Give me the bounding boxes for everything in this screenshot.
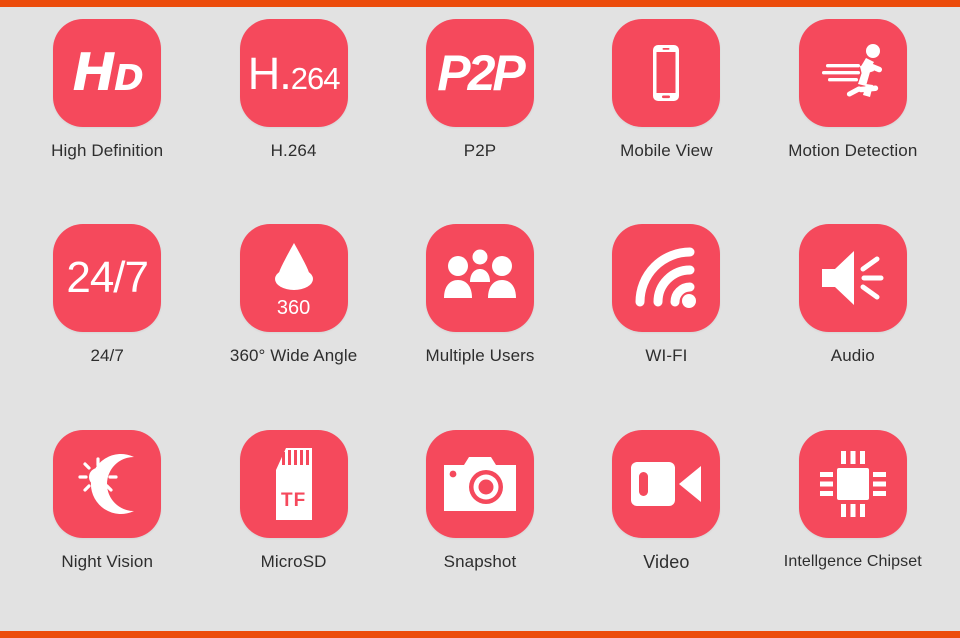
p2p-icon-tile[interactable]: P2P: [425, 19, 534, 127]
feature-label: Night Vision: [61, 551, 153, 571]
feature-label: Snapshot: [443, 551, 517, 571]
bottom-accent-bar: [0, 631, 960, 638]
sun-moon-icon-tile[interactable]: [53, 429, 162, 538]
fisheye-360-text: 360: [276, 297, 311, 320]
feature-item-night-vision[interactable]: Night Vision: [14, 424, 200, 629]
wifi-icon-tile[interactable]: [612, 224, 721, 333]
feature-item-video[interactable]: Video: [573, 424, 759, 629]
mobile-phone-icon: [653, 45, 680, 101]
chipset-icon-tile[interactable]: [798, 429, 907, 538]
running-person-icon-tile[interactable]: [798, 19, 907, 127]
feature-item-snapshot[interactable]: Snapshot: [387, 424, 573, 629]
feature-label: 24/7: [90, 346, 124, 366]
feature-label: P2P: [463, 141, 497, 160]
speaker-icon-tile[interactable]: [798, 224, 907, 333]
h264-icon: H. 264: [247, 47, 341, 99]
users-group-icon-tile[interactable]: [425, 224, 534, 333]
feature-label: Intellgence Chipset: [783, 552, 922, 570]
feature-item-360-wide-angle[interactable]: 360 360° Wide Angle: [200, 218, 386, 423]
feature-label: Audio: [830, 346, 875, 366]
sd-card-tf-text: TF: [280, 489, 307, 511]
feature-label: Multiple Users: [425, 346, 535, 366]
wifi-icon: [635, 247, 697, 309]
hd-icon-tile[interactable]: HD: [53, 19, 162, 127]
twentyfour-seven-icon: 24/7: [66, 253, 149, 303]
feature-item-audio[interactable]: Audio: [760, 218, 946, 423]
feature-item-chipset[interactable]: Intellgence Chipset: [760, 424, 946, 629]
hd-icon: HD: [72, 43, 143, 103]
feature-label: Motion Detection: [788, 141, 918, 160]
sd-card-icon-tile[interactable]: TF: [239, 429, 348, 538]
feature-item-multiple-users[interactable]: Multiple Users: [387, 218, 573, 423]
running-person-icon: [821, 44, 882, 97]
p2p-icon: P2P: [437, 45, 525, 101]
feature-item-mobile-view[interactable]: Mobile View: [573, 13, 759, 218]
top-accent-bar: [0, 0, 960, 7]
feature-label: H.264: [270, 141, 317, 160]
camcorder-icon: [631, 461, 702, 506]
feature-grid: HD High Definition H. 264 H.264 P2P P2P M…: [0, 7, 960, 631]
h264-icon-tile[interactable]: H. 264: [239, 19, 348, 127]
camcorder-icon-tile[interactable]: [612, 429, 721, 538]
feature-label: MicroSD: [260, 551, 327, 571]
sun-moon-icon: [78, 453, 135, 514]
chipset-icon: [819, 450, 886, 517]
feature-label: WI-FI: [645, 346, 688, 366]
feature-label: Video: [643, 551, 690, 572]
feature-label: 360° Wide Angle: [229, 346, 358, 366]
feature-label: Mobile View: [620, 141, 713, 160]
feature-item-wifi[interactable]: WI-FI: [573, 218, 759, 423]
camera-icon: [443, 456, 516, 511]
feature-label: High Definition: [51, 141, 164, 160]
users-group-icon: [443, 249, 516, 299]
speaker-icon: [821, 251, 884, 306]
feature-item-microsd[interactable]: TF MicroSD: [200, 424, 386, 629]
camera-icon-tile[interactable]: [425, 429, 534, 538]
fisheye-lens-icon-tile[interactable]: 360: [239, 224, 348, 333]
feature-item-motion-detection[interactable]: Motion Detection: [760, 13, 946, 218]
feature-item-p2p[interactable]: P2P P2P: [387, 13, 573, 218]
feature-item-24-7[interactable]: 24/7 24/7: [14, 218, 200, 423]
feature-item-h264[interactable]: H. 264 H.264: [200, 13, 386, 218]
feature-item-high-definition[interactable]: HD High Definition: [14, 13, 200, 218]
mobile-phone-icon-tile[interactable]: [612, 19, 721, 127]
twentyfour-seven-icon-tile[interactable]: 24/7: [53, 224, 162, 333]
